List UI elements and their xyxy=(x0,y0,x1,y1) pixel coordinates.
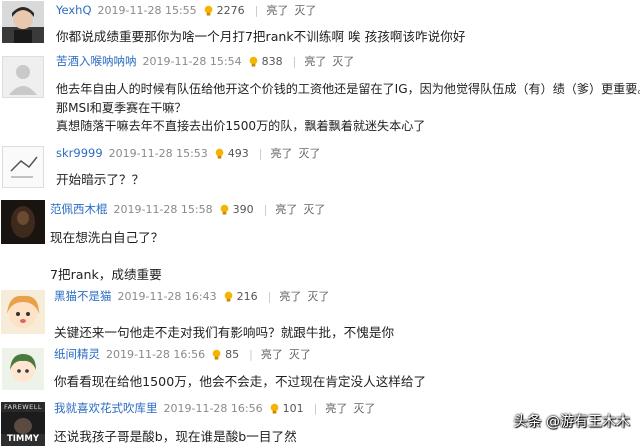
lightbulb-icon xyxy=(212,349,221,360)
divider: | xyxy=(267,289,272,303)
comment-line xyxy=(50,247,163,266)
like-number: 2276 xyxy=(216,3,245,17)
comment-meta: 黑猫不是猫 2019-11-28 16:43 216 | 亮了 灭了 xyxy=(54,287,335,305)
comment-text: 现在想洗白自己了？ 7把rank，成绩重要 xyxy=(50,228,163,284)
divider: | xyxy=(292,54,297,68)
light-up-button[interactable]: 亮了 xyxy=(325,400,347,416)
comment-line: 你都说成绩重要那你为啥一个月打7把rank不训练啊 唉 孩孩啊该咋说你好 xyxy=(56,29,466,44)
username-link[interactable]: 黑猫不是猫 xyxy=(54,288,112,304)
comment-meta: skr9999 2019-11-28 15:53 493 | 亮了 灭了 xyxy=(56,144,327,162)
divider: | xyxy=(263,202,268,216)
avatar[interactable] xyxy=(1,290,45,334)
comment-line: 他去年自由人的时候有队伍给他开这个价钱的工资他还是留在了IG，因为他觉得队伍成（… xyxy=(56,82,640,96)
comment-meta: 苦酒入喉呐呐呐 2019-11-28 15:54 838 | 亮了 灭了 xyxy=(56,52,360,70)
username-link[interactable]: 苦酒入喉呐呐呐 xyxy=(56,53,137,69)
cartoon-girl-avatar-icon xyxy=(1,290,45,334)
like-count[interactable]: 101 xyxy=(269,402,304,415)
dim-button[interactable]: 灭了 xyxy=(303,201,325,217)
comment-meta: 我就喜欢花式吹库里 2019-11-28 16:56 101 | 亮了 灭了 xyxy=(54,399,381,417)
comment-date: 2019-11-28 15:53 xyxy=(108,146,208,160)
comment-date: 2019-11-28 15:58 xyxy=(113,202,213,216)
comment-line: 还说我孩子哥是酸b，现在谁是酸b一目了然 xyxy=(54,429,297,444)
light-up-button[interactable]: 亮了 xyxy=(275,201,297,217)
avatar[interactable] xyxy=(2,146,44,188)
comment-text: 还说我孩子哥是酸b，现在谁是酸b一目了然 xyxy=(54,428,297,447)
comment-meta: 纸间精灵 2019-11-28 16:56 85 | 亮了 灭了 xyxy=(54,345,317,363)
dim-button[interactable]: 灭了 xyxy=(353,400,375,416)
light-up-button[interactable]: 亮了 xyxy=(271,145,293,161)
divider: | xyxy=(249,347,253,361)
light-up-button[interactable]: 亮了 xyxy=(304,53,326,69)
like-count[interactable]: 85 xyxy=(211,348,239,361)
lightbulb-icon xyxy=(270,403,278,414)
divider: | xyxy=(254,3,259,17)
lightbulb-icon xyxy=(249,56,257,67)
comment-meta: 范佩西木棍 2019-11-28 15:58 390 | 亮了 灭了 xyxy=(50,200,331,218)
avatar-caption-bottom: TIMMY xyxy=(6,434,40,444)
like-number: 216 xyxy=(236,289,258,303)
comment-line: 那MSI和夏季赛在干嘛？ xyxy=(56,100,187,115)
like-count[interactable]: 493 xyxy=(214,147,249,160)
comment-text: 他去年自由人的时候有队伍给他开这个价钱的工资他还是留在了IG，因为他觉得队伍成（… xyxy=(56,80,640,136)
username-link[interactable]: skr9999 xyxy=(56,146,103,160)
comment-text: 你都说成绩重要那你为啥一个月打7把rank不训练啊 唉 孩孩啊该咋说你好 xyxy=(56,28,465,47)
comment-date: 2019-11-28 16:56 xyxy=(163,401,263,415)
dim-button[interactable]: 灭了 xyxy=(307,288,329,304)
lightbulb-icon xyxy=(204,5,213,16)
like-count[interactable]: 216 xyxy=(223,290,258,303)
username-link[interactable]: 我就喜欢花式吹库里 xyxy=(54,400,158,416)
like-number: 85 xyxy=(225,347,240,361)
lightbulb-icon xyxy=(224,291,232,302)
comment-date: 2019-11-28 15:54 xyxy=(142,54,242,68)
light-up-button[interactable]: 亮了 xyxy=(266,2,288,18)
avatar-image-icon xyxy=(2,1,44,43)
avatar-image-icon xyxy=(1,200,45,244)
like-number: 101 xyxy=(282,401,304,415)
comment-line: 7把rank，成绩重要 xyxy=(50,267,162,282)
comment-line: 真想随落干嘛去年不直接去出价1500万的队，飘着飘着就迷失本心了 xyxy=(56,119,426,133)
dim-button[interactable]: 灭了 xyxy=(289,346,311,362)
comment-line: 开始暗示了？？ xyxy=(56,172,145,187)
avatar[interactable]: FAREWELL TIMMY xyxy=(1,402,45,446)
dim-button[interactable]: 灭了 xyxy=(294,2,316,18)
lightbulb-icon xyxy=(215,148,224,159)
source-watermark: 头条 @游有王木木 xyxy=(513,414,630,430)
like-count[interactable]: 2276 xyxy=(203,4,245,17)
like-count[interactable]: 838 xyxy=(248,55,283,68)
dim-button[interactable]: 灭了 xyxy=(332,53,354,69)
avatar[interactable] xyxy=(1,200,45,244)
comment-date: 2019-11-28 15:55 xyxy=(97,3,197,17)
comment-date: 2019-11-28 16:56 xyxy=(106,347,206,361)
divider: | xyxy=(258,146,263,160)
light-up-button[interactable]: 亮了 xyxy=(261,346,283,362)
comment-line: 关键还来一句他走不走对我们有影响吗？就跟牛批，不愧是你 xyxy=(54,325,395,340)
like-count[interactable]: 390 xyxy=(219,203,254,216)
like-number: 838 xyxy=(261,54,283,68)
comment-text: 开始暗示了？？ xyxy=(56,171,144,190)
username-link[interactable]: 范佩西木棍 xyxy=(50,201,108,217)
comment-text: 你看看现在给他1500万，他会不会走，不过现在肯定没人这样给了 xyxy=(54,373,426,392)
comment-line: 你看看现在给他1500万，他会不会走，不过现在肯定没人这样给了 xyxy=(54,374,427,389)
username-link[interactable]: 纸间精灵 xyxy=(54,346,100,362)
like-number: 493 xyxy=(227,146,249,160)
comment-meta: YexhQ 2019-11-28 15:55 2276 | 亮了 灭了 xyxy=(56,1,322,19)
sketch-avatar-icon xyxy=(3,147,43,187)
avatar[interactable] xyxy=(2,56,44,98)
comment-date: 2019-11-28 16:43 xyxy=(117,289,217,303)
default-avatar-icon xyxy=(3,57,43,97)
avatar-caption-top: FAREWELL xyxy=(4,403,42,411)
light-up-button[interactable]: 亮了 xyxy=(279,288,301,304)
anime-avatar-icon xyxy=(2,348,44,390)
username-link[interactable]: YexhQ xyxy=(56,3,92,17)
comment-line: 现在想洗白自己了？ xyxy=(50,230,164,245)
comment-text: 关键还来一句他走不走对我们有影响吗？就跟牛批，不愧是你 xyxy=(54,324,394,343)
divider: | xyxy=(313,401,318,415)
dim-button[interactable]: 灭了 xyxy=(299,145,321,161)
like-number: 390 xyxy=(232,202,254,216)
avatar[interactable] xyxy=(2,348,44,390)
lightbulb-icon xyxy=(220,204,228,215)
avatar[interactable] xyxy=(2,1,44,43)
